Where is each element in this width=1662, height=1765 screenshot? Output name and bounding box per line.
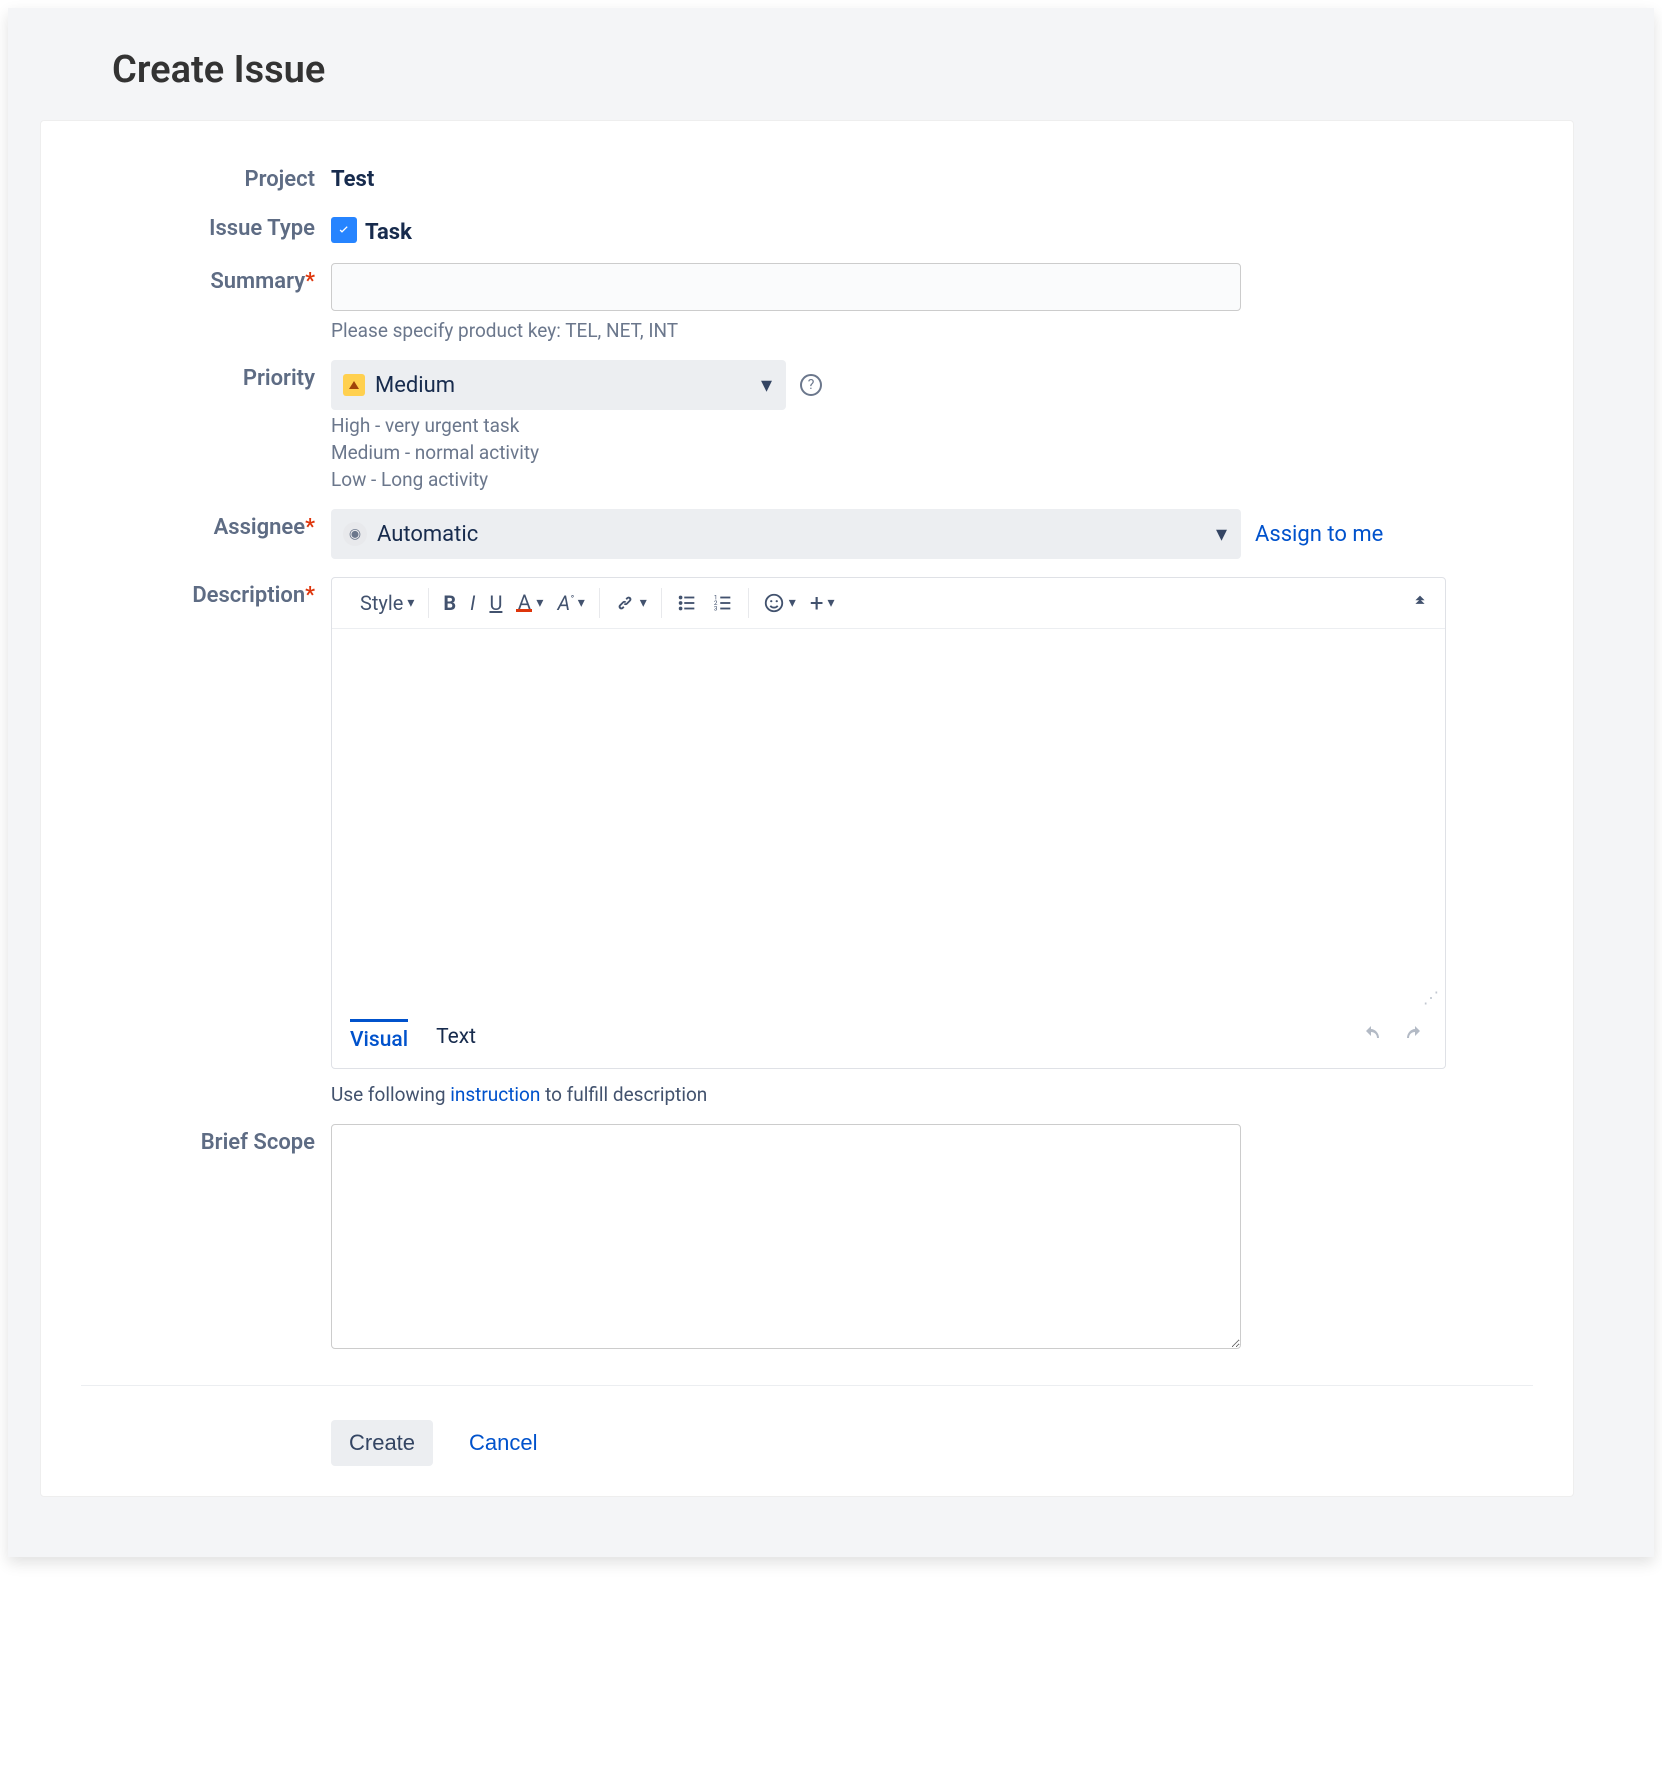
instruction-link[interactable]: instruction — [450, 1083, 540, 1106]
label-summary: Summary — [210, 269, 305, 294]
style-dropdown[interactable]: Style▾ — [360, 591, 414, 615]
description-editor: Style▾ B I U A ▾ — [331, 577, 1446, 1069]
assign-to-me-link[interactable]: Assign to me — [1255, 522, 1383, 547]
description-textarea[interactable]: ⋰ — [332, 629, 1445, 1009]
undo-icon[interactable] — [1359, 1024, 1383, 1054]
chevron-down-icon: ▾ — [761, 373, 772, 398]
italic-button[interactable]: I — [470, 591, 475, 615]
issue-type-value: Task — [365, 214, 412, 245]
bullet-list-button[interactable] — [676, 592, 698, 614]
tab-visual[interactable]: Visual — [350, 1019, 408, 1058]
assignee-value: Automatic — [377, 522, 478, 547]
insert-button[interactable]: +▾ — [810, 589, 835, 617]
svg-text:3: 3 — [714, 604, 718, 612]
link-button[interactable]: ▾ — [614, 592, 647, 614]
description-help: Use following instruction to fulfill des… — [331, 1083, 1533, 1106]
cancel-button[interactable]: Cancel — [451, 1420, 555, 1466]
editor-toolbar: Style▾ B I U A ▾ — [332, 578, 1445, 629]
create-button[interactable]: Create — [331, 1420, 433, 1466]
clear-format-button[interactable]: A°▾ — [557, 591, 584, 615]
priority-medium-icon — [343, 374, 365, 396]
page-title: Create Issue — [112, 48, 1574, 92]
tab-text[interactable]: Text — [436, 1019, 476, 1058]
label-description: Description — [192, 583, 305, 608]
summary-input[interactable] — [331, 263, 1241, 311]
avatar-icon: ◉ — [343, 522, 367, 546]
collapse-toolbar-icon[interactable] — [1409, 592, 1431, 614]
emoji-button[interactable]: ▾ — [763, 592, 796, 614]
chevron-down-icon: ▾ — [1216, 522, 1227, 547]
bold-button[interactable]: B — [443, 591, 456, 615]
summary-help: Please specify product key: TEL, NET, IN… — [331, 319, 1533, 342]
label-assignee: Assignee — [214, 515, 306, 540]
resize-handle-icon[interactable]: ⋰ — [1423, 993, 1439, 1003]
priority-select[interactable]: Medium ▾ — [331, 360, 786, 410]
priority-help-medium: Medium - normal activity — [331, 441, 1533, 464]
priority-help-high: High - very urgent task — [331, 414, 1533, 437]
divider — [81, 1385, 1533, 1386]
task-icon — [331, 217, 357, 243]
text-color-button[interactable]: A ▾ — [516, 595, 543, 612]
label-priority: Priority — [81, 360, 331, 391]
label-issue-type: Issue Type — [81, 210, 331, 241]
redo-icon[interactable] — [1403, 1024, 1427, 1054]
priority-help-low: Low - Long activity — [331, 468, 1533, 491]
help-icon[interactable]: ? — [800, 374, 822, 396]
underline-button[interactable]: U — [489, 591, 502, 615]
priority-value: Medium — [375, 373, 455, 398]
project-value: Test — [331, 161, 374, 192]
label-brief-scope: Brief Scope — [81, 1124, 331, 1155]
label-project: Project — [81, 161, 331, 192]
brief-scope-textarea[interactable] — [331, 1124, 1241, 1349]
numbered-list-button[interactable]: 123 — [712, 592, 734, 614]
assignee-select[interactable]: ◉ Automatic ▾ — [331, 509, 1241, 559]
create-issue-form: Project Test Issue Type Task Summary* — [40, 120, 1574, 1497]
